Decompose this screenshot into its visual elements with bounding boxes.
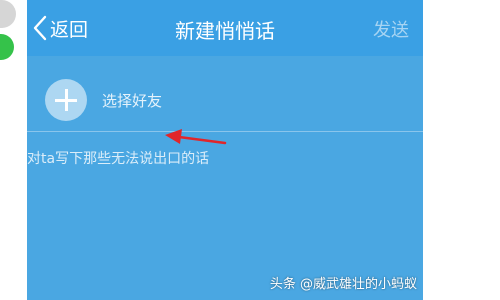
select-friend-button[interactable]: 选择好友 [45,78,162,122]
peek-bubble-green [0,34,14,60]
send-button[interactable]: 发送 [373,16,409,42]
select-friend-label: 选择好友 [102,91,163,110]
screenshot-canvas: 返回 新建悄悄话 发送 选择好友 头条 @威武雄壮的小蚂蚁 [0,0,500,300]
phone-screen: 返回 新建悄悄话 发送 选择好友 头条 @威武雄壮的小蚂蚁 [27,0,423,300]
plus-icon [45,79,87,121]
page-title: 新建悄悄话 [175,19,275,43]
red-arrow-annotation-icon [165,126,227,152]
peek-bubble-gray [0,0,16,28]
watermark: 头条 @威武雄壮的小蚂蚁 [269,277,417,292]
title-bar: 返回 新建悄悄话 发送 [27,0,423,56]
